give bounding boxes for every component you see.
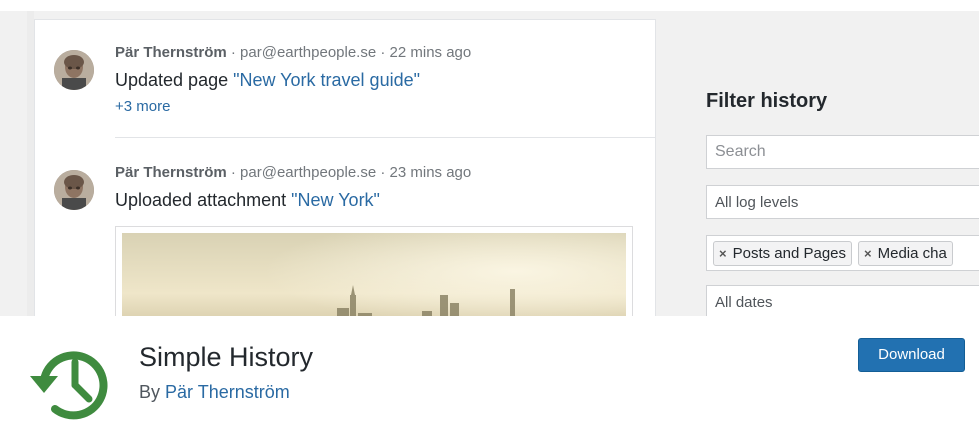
entry-author[interactable]: Pär Thernström bbox=[115, 164, 227, 181]
entry-action-link[interactable]: "New York travel guide" bbox=[233, 70, 420, 90]
attachment-image bbox=[122, 233, 626, 316]
plugin-title: Simple History bbox=[139, 342, 314, 372]
feed-panel-shadow bbox=[27, 11, 34, 316]
byline-prefix: By bbox=[139, 382, 166, 402]
entry-action: Updated page "New York travel guide" bbox=[115, 70, 420, 91]
remove-tag-icon[interactable]: × bbox=[719, 246, 727, 261]
entry-meta-details: · par@earthpeople.se · 23 mins ago bbox=[226, 164, 472, 181]
filter-panel: Filter history Search All log levels × P… bbox=[656, 11, 979, 316]
filter-tag-label: Posts and Pages bbox=[732, 245, 847, 262]
avatar bbox=[54, 170, 94, 210]
dates-select[interactable]: All dates bbox=[706, 285, 979, 316]
filter-title: Filter history bbox=[706, 90, 828, 112]
filter-tag-posts-pages[interactable]: × Posts and Pages bbox=[713, 241, 853, 266]
download-button[interactable]: Download bbox=[858, 338, 965, 372]
plugin-banner: Pär Thernström · par@earthpeople.se · 22… bbox=[0, 0, 979, 316]
history-clock-icon bbox=[29, 340, 117, 428]
attachment-preview[interactable] bbox=[115, 226, 633, 316]
entry-action-link[interactable]: "New York" bbox=[291, 190, 380, 210]
remove-tag-icon[interactable]: × bbox=[864, 246, 872, 261]
entry-action-text: Uploaded attachment bbox=[115, 190, 292, 210]
history-feed: Pär Thernström · par@earthpeople.se · 22… bbox=[34, 19, 656, 316]
filter-tag-media[interactable]: × Media cha bbox=[858, 241, 953, 266]
filter-tag-label: Media cha bbox=[877, 245, 947, 262]
banner-top-strip bbox=[0, 0, 979, 11]
entry-action-text: Updated page bbox=[115, 70, 234, 90]
entry-action: Uploaded attachment "New York" bbox=[115, 190, 380, 211]
message-types-select[interactable]: × Posts and Pages × Media cha bbox=[706, 235, 979, 271]
entry-meta: Pär Thernström · par@earthpeople.se · 23… bbox=[115, 164, 471, 181]
log-levels-select[interactable]: All log levels bbox=[706, 185, 979, 219]
entry-meta-details: · par@earthpeople.se · 22 mins ago bbox=[226, 44, 472, 61]
plugin-byline: By Pär Thernström bbox=[139, 382, 290, 403]
more-details-link[interactable]: +3 more bbox=[115, 98, 170, 115]
entry-author[interactable]: Pär Thernström bbox=[115, 44, 227, 61]
entry-divider bbox=[115, 137, 656, 138]
plugin-author-link[interactable]: Pär Thernström bbox=[165, 382, 290, 402]
avatar bbox=[54, 50, 94, 90]
search-input[interactable]: Search bbox=[706, 135, 979, 169]
entry-meta: Pär Thernström · par@earthpeople.se · 22… bbox=[115, 44, 471, 61]
